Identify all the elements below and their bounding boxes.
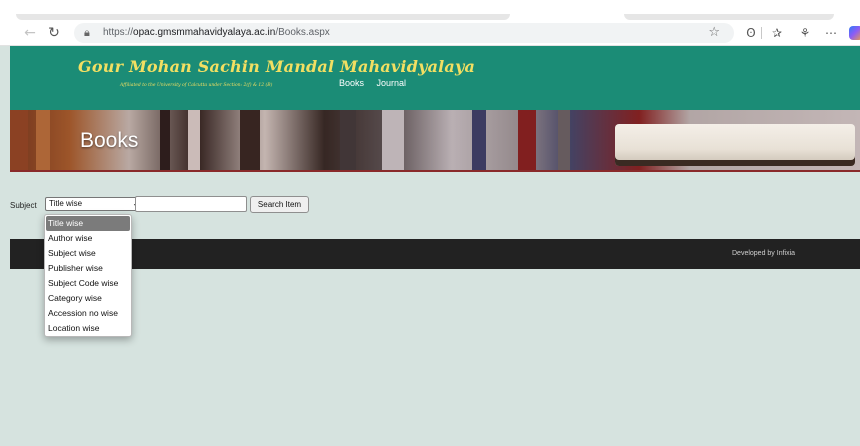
back-icon[interactable]: ← xyxy=(20,23,40,43)
search-button[interactable]: Search Item xyxy=(250,196,309,213)
copilot-icon[interactable] xyxy=(849,26,860,40)
address-bar[interactable]: 🔒︎ https://opac.gmsmmahavidyalaya.ac.in/… xyxy=(74,23,734,43)
favorite-star-icon[interactable]: ☆ xyxy=(708,25,720,40)
option-publisher-wise[interactable]: Publisher wise xyxy=(45,261,131,276)
search-input[interactable] xyxy=(135,196,247,212)
favorites-icon[interactable]: ✰ xyxy=(768,23,786,43)
option-subject-wise[interactable]: Subject wise xyxy=(45,246,131,261)
site-footer: Developed by Infixia xyxy=(10,239,860,269)
reader-icon[interactable]: ʘ xyxy=(742,23,760,43)
subject-label: Subject xyxy=(10,201,37,210)
developer-credit[interactable]: Developed by Infixia xyxy=(732,250,795,257)
extension-icon[interactable]: ⚘ xyxy=(796,23,814,43)
option-title-wise[interactable]: Title wise xyxy=(46,216,130,231)
nav-journal-link[interactable]: Journal xyxy=(377,78,407,88)
lock-icon[interactable]: 🔒︎ xyxy=(84,26,90,40)
subject-dropdown-list[interactable]: Title wise Author wise Subject wise Publ… xyxy=(44,214,132,337)
option-location-wise[interactable]: Location wise xyxy=(45,321,131,336)
top-nav: Books Journal xyxy=(339,78,416,88)
browser-toolbar: ← ↻ 🔒︎ https://opac.gmsmmahavidyalaya.ac… xyxy=(0,20,860,46)
books-banner-image: Books xyxy=(10,110,860,170)
browser-tab-strip xyxy=(0,0,860,20)
college-name[interactable]: Gour Mohan Sachin Mandal Mahavidyalaya xyxy=(78,57,475,76)
toolbar-divider xyxy=(761,27,762,39)
page-title: Books xyxy=(80,129,139,152)
option-accession-no-wise[interactable]: Accession no wise xyxy=(45,306,131,321)
option-subject-code-wise[interactable]: Subject Code wise xyxy=(45,276,131,291)
subject-select-value: Title wise xyxy=(49,199,83,208)
site-header: Gour Mohan Sachin Mandal Mahavidyalaya A… xyxy=(10,46,860,110)
subject-select[interactable]: Title wise ⌄ xyxy=(45,197,143,211)
option-category-wise[interactable]: Category wise xyxy=(45,291,131,306)
college-affiliation: Affiliated to the University of Calcutta… xyxy=(120,83,273,88)
refresh-icon[interactable]: ↻ xyxy=(44,23,64,43)
url-text[interactable]: https://opac.gmsmmahavidyalaya.ac.in/Boo… xyxy=(103,27,330,38)
nav-books-link[interactable]: Books xyxy=(339,78,364,88)
book-stack-image xyxy=(615,124,855,166)
banner-divider xyxy=(10,170,860,172)
more-icon[interactable]: ⋯ xyxy=(822,23,840,43)
option-author-wise[interactable]: Author wise xyxy=(45,231,131,246)
